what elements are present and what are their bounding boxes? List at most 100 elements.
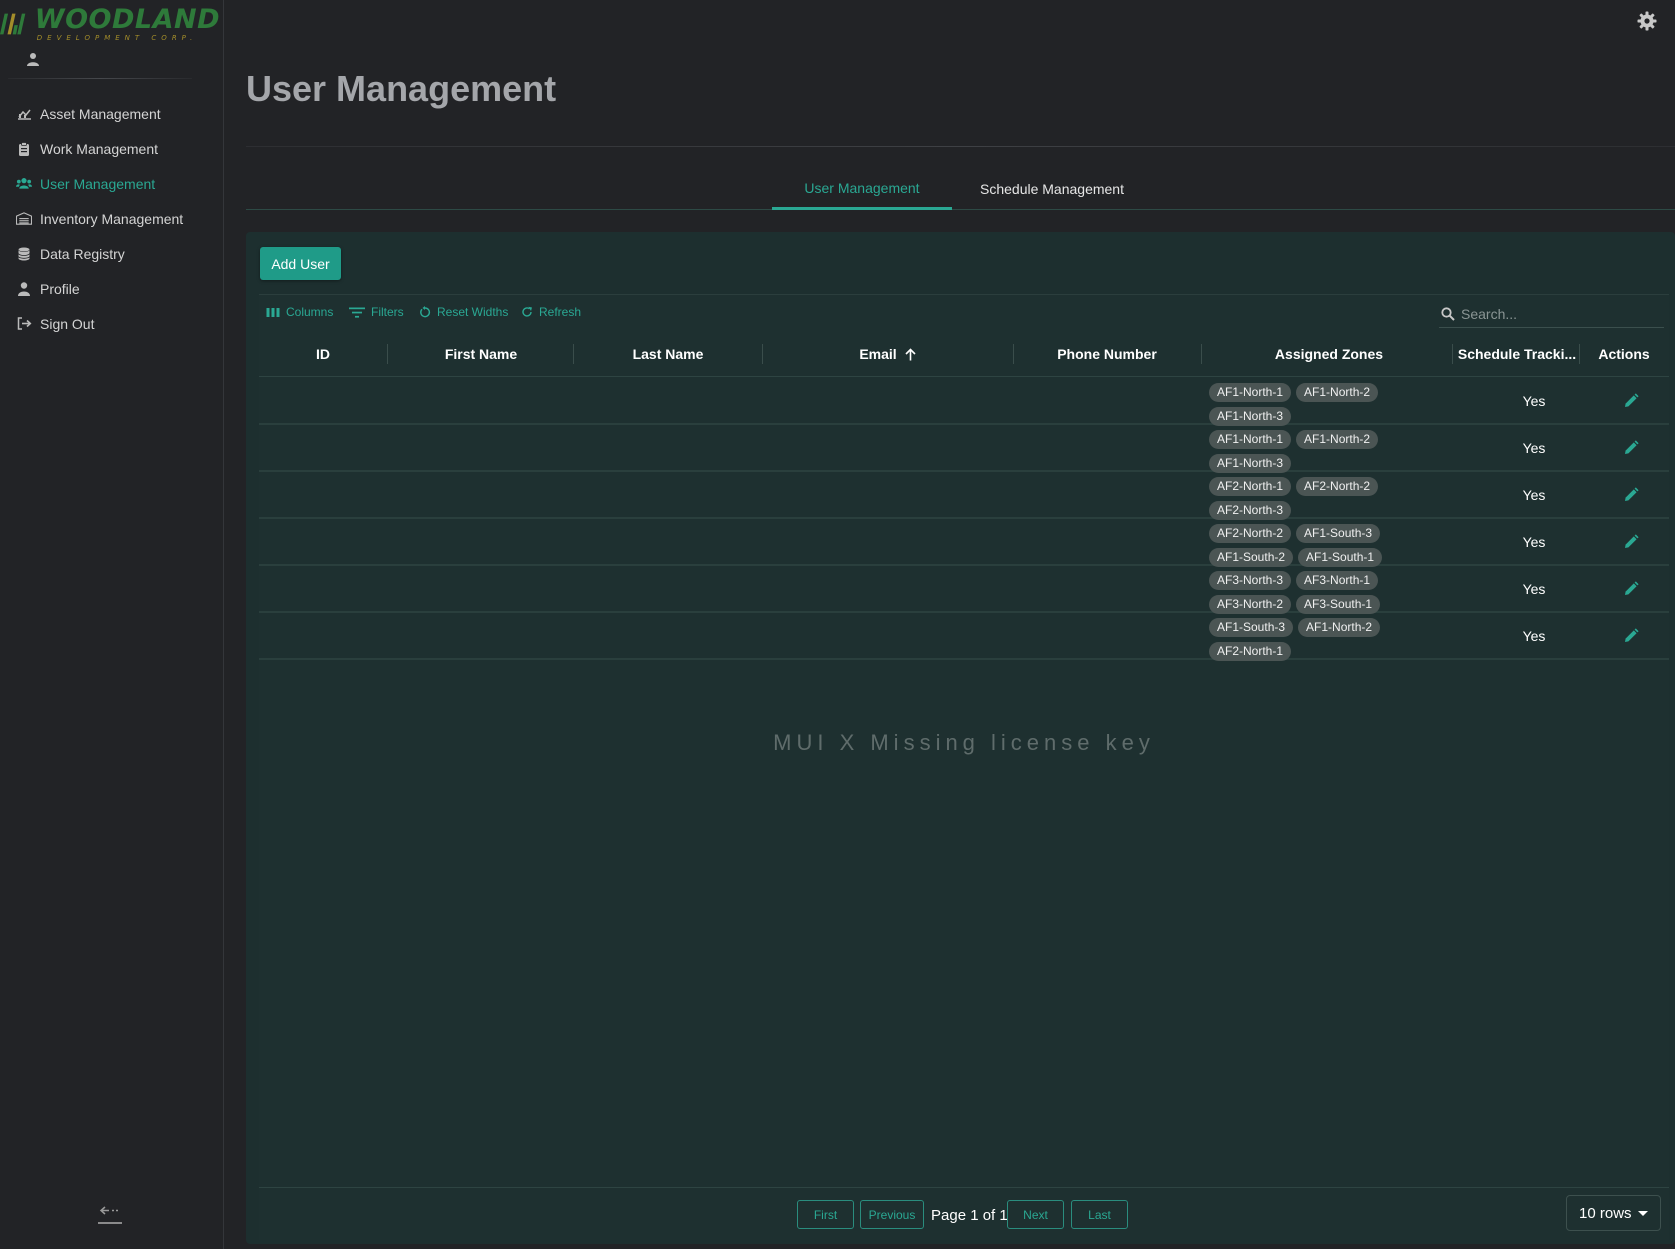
refresh-label: Refresh [539,305,582,319]
sign-out-icon [16,316,32,332]
zone-chips: AF2-North-1 AF2-North-2 AF2-North-3 [1209,474,1449,522]
column-header-row: ID First Name Last Name Email Phone Numb… [259,331,1669,377]
column-header-last-name[interactable]: Last Name [573,331,763,377]
chart-icon [16,106,32,122]
last-page-button[interactable]: Last [1071,1200,1128,1229]
reset-widths-label: Reset Widths [437,305,509,319]
schedule-tracking-value: Yes [1522,627,1546,644]
edit-pencil-icon[interactable] [1621,626,1641,646]
table-row[interactable]: AF1-South-3 AF1-North-2 AF2-North-1 Yes [259,613,1669,663]
edit-pencil-icon[interactable] [1621,579,1641,599]
edit-pencil-icon[interactable] [1621,485,1641,505]
edit-pencil-icon[interactable] [1621,438,1641,458]
logo-mark-icon [0,13,26,35]
table-row[interactable]: AF2-North-2 AF1-South-3 AF1-South-2 AF1-So… [259,519,1669,567]
zone-chips: AF3-North-3 AF3-North-1 AF3-North-2 AF3-So… [1209,568,1449,616]
zone-chip: AF2-North-1 [1209,476,1292,496]
zone-chip: AF3-North-2 [1209,594,1292,614]
grid-toolbar: Columns Filters Reset Widths Refresh [259,295,1669,331]
reset-icon [420,306,431,318]
table-row[interactable]: AF2-North-1 AF2-North-2 AF2-North-3 Yes [259,472,1669,522]
zone-chip: AF1-North-2 [1296,429,1379,449]
sidebar-item-data-registry[interactable]: Data Registry [0,236,224,271]
zone-chip: AF2-North-2 [1209,523,1292,543]
add-user-button[interactable]: Add User [260,247,341,280]
filters-label: Filters [371,305,404,319]
zone-chips: AF1-North-1 AF1-North-2 AF1-North-3 [1209,427,1449,475]
sidebar-item-label: Work Management [40,140,159,157]
zone-chip: AF1-North-2 [1298,617,1381,637]
chevron-down-icon [1638,1211,1648,1216]
users-icon [16,176,32,192]
schedule-tracking-value: Yes [1522,533,1546,550]
zone-chip: AF1-South-1 [1298,547,1383,567]
column-header-phone[interactable]: Phone Number [1013,331,1201,377]
zone-chip: AF1-South-3 [1209,617,1294,637]
warehouse-icon [16,211,32,227]
pagination-footer: First Previous Page 1 of 1 Next Last 10 … [259,1187,1669,1241]
main-panel: Add User Columns Filters Reset Widths Re… [246,232,1675,1244]
zone-chip: AF1-North-3 [1209,453,1292,473]
sidebar-item-label: Data Registry [40,245,125,262]
column-header-first-name[interactable]: First Name [387,331,575,377]
settings-gear-icon[interactable] [1636,10,1658,32]
columns-button[interactable]: Columns [266,305,333,319]
zone-chip: AF1-North-1 [1209,429,1292,449]
column-header-id[interactable]: ID [259,331,387,377]
zone-chips: AF1-South-3 AF1-North-2 AF2-North-1 [1209,615,1449,663]
tab-bar: User Management Schedule Management [246,168,1675,210]
tab-user-management[interactable]: User Management [772,168,952,210]
sidebar-item-asset-management[interactable]: Asset Management [0,96,224,131]
edit-pencil-icon[interactable] [1621,532,1641,552]
column-header-email-label: Email [859,346,897,362]
sidebar-item-user-management[interactable]: User Management [0,166,224,201]
edit-pencil-icon[interactable] [1621,391,1641,411]
zone-chip: AF1-North-2 [1296,382,1379,402]
reset-widths-button[interactable]: Reset Widths [419,305,508,319]
refresh-button[interactable]: Refresh [521,305,581,319]
user-avatar-icon[interactable] [26,52,40,66]
filters-button[interactable]: Filters [349,305,404,319]
header-divider [246,146,1675,147]
sidebar-item-work-management[interactable]: Work Management [0,131,224,166]
table-row[interactable]: AF3-North-3 AF3-North-1 AF3-North-2 AF3-So… [259,566,1669,616]
columns-label: Columns [286,305,334,319]
previous-page-button[interactable]: Previous [860,1200,924,1229]
sidebar-item-inventory-management[interactable]: Inventory Management [0,201,224,236]
search-input[interactable] [1461,305,1651,322]
columns-icon [266,307,280,317]
zone-chips: AF1-North-1 AF1-North-2 AF1-North-3 [1209,380,1449,428]
page-title: User Management [246,68,557,109]
zone-chip: AF3-South-1 [1296,594,1381,614]
column-header-actions[interactable]: Actions [1579,331,1669,377]
zone-chip: AF2-North-3 [1209,500,1292,520]
sidebar-nav: Asset Management Work Management User Ma… [0,96,224,341]
zone-chip: AF1-South-2 [1209,547,1294,567]
zone-chip: AF1-North-3 [1209,406,1292,426]
tab-schedule-management[interactable]: Schedule Management [952,168,1152,210]
rows-per-page-value: 10 rows [1579,1204,1632,1222]
filter-icon [349,307,365,318]
first-page-button[interactable]: First [797,1200,854,1229]
collapse-sidebar-icon[interactable] [96,1198,124,1226]
sidebar-item-profile[interactable]: Profile [0,271,224,306]
column-header-email[interactable]: Email [762,331,1013,377]
sort-ascending-icon[interactable] [905,347,916,361]
schedule-tracking-value: Yes [1522,439,1546,456]
sidebar-item-sign-out[interactable]: Sign Out [0,306,224,341]
database-icon [16,246,32,262]
search-field [1439,300,1664,328]
rows-per-page-select[interactable]: 10 rows [1566,1195,1661,1231]
sidebar-item-label: Profile [40,280,80,297]
zone-chip: AF3-North-3 [1209,570,1292,590]
next-page-button[interactable]: Next [1007,1200,1064,1229]
table-row[interactable]: AF1-North-1 AF1-North-2 AF1-North-3 Yes [259,425,1669,475]
table-row[interactable]: AF1-North-1 AF1-North-2 AF1-North-3 Yes [259,378,1669,428]
zone-chip: AF1-South-3 [1296,523,1381,543]
schedule-tracking-value: Yes [1522,486,1546,503]
zone-chip: AF2-North-1 [1209,641,1292,661]
refresh-icon [522,306,532,317]
column-header-schedule[interactable]: Schedule Tracki... [1452,331,1582,377]
column-header-zones[interactable]: Assigned Zones [1201,331,1457,377]
zone-chip: AF2-North-2 [1296,476,1379,496]
